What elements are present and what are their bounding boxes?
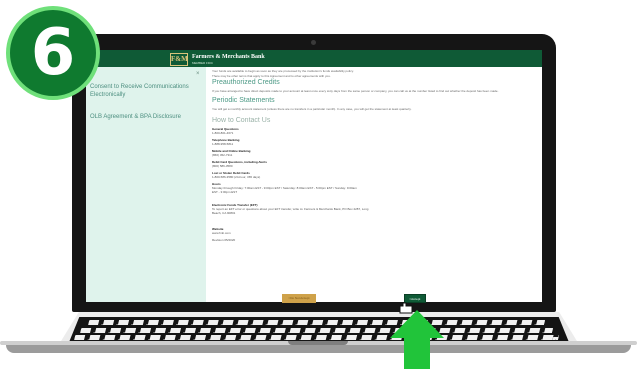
- brand-text: Farmers & Merchants Bank MEMBER FDIC: [192, 54, 265, 65]
- contact-value: 1-888-958-5811: [212, 142, 234, 146]
- contact-value: Monday through Friday: 7:00am EST - 9:00…: [212, 186, 357, 194]
- arrow-up-icon: [390, 310, 444, 369]
- heading-contact-us: How to Contact Us: [212, 117, 271, 124]
- contact-value: (866) 452-7311: [212, 153, 233, 157]
- sidebar-item-olb-agreement[interactable]: OLB Agreement & BPA Disclosure: [90, 113, 200, 121]
- close-icon[interactable]: ×: [196, 71, 200, 77]
- bullet-text: Your funds are available to begin as soo…: [212, 69, 354, 73]
- step-number: 6: [30, 16, 76, 90]
- heading-periodic-statements: Periodic Statements: [212, 97, 275, 104]
- contact-value: 1-800-801-4671: [212, 131, 234, 135]
- paragraph-periodic: You will get a monthly account statement…: [212, 107, 412, 111]
- webcam-icon: [311, 40, 316, 45]
- bank-logo-icon: F&M: [170, 53, 188, 66]
- laptop-base: [6, 345, 631, 353]
- paragraph-preauthorized: If you have arranged to have direct depo…: [212, 89, 499, 93]
- brand-subtitle: MEMBER FDIC: [192, 61, 213, 65]
- contact-value: 1-800-586-3580 (24-hour, 365 days): [212, 175, 261, 179]
- contact-value: To report an EFT error or questions abou…: [212, 207, 369, 215]
- heading-preauthorized-credits: Preauthorized Credits: [212, 79, 280, 86]
- agreement-content: Your funds are available to begin as soo…: [212, 67, 542, 302]
- sidebar: × Consent to Receive Communications Elec…: [86, 67, 206, 302]
- contact-value: (800) 586-3580: [212, 164, 233, 168]
- bank-brand[interactable]: F&M Farmers & Merchants Bank MEMBER FDIC: [170, 53, 265, 66]
- sidebar-item-consent[interactable]: Consent to Receive Communications Electr…: [90, 83, 200, 99]
- website-link[interactable]: www.fmb.com: [212, 231, 231, 235]
- paragraph-text: There may be other terms that apply to t…: [212, 74, 331, 78]
- app-header: F&M Farmers & Merchants Bank MEMBER FDIC: [86, 50, 542, 67]
- keyboard: [69, 317, 569, 342]
- decline-button[interactable]: I Do Not Accept: [282, 294, 316, 303]
- revision-text: Revision 05/2020: [212, 238, 236, 242]
- brand-name: Farmers & Merchants Bank: [192, 54, 265, 60]
- browser-screen: F&M Farmers & Merchants Bank MEMBER FDIC…: [86, 50, 542, 302]
